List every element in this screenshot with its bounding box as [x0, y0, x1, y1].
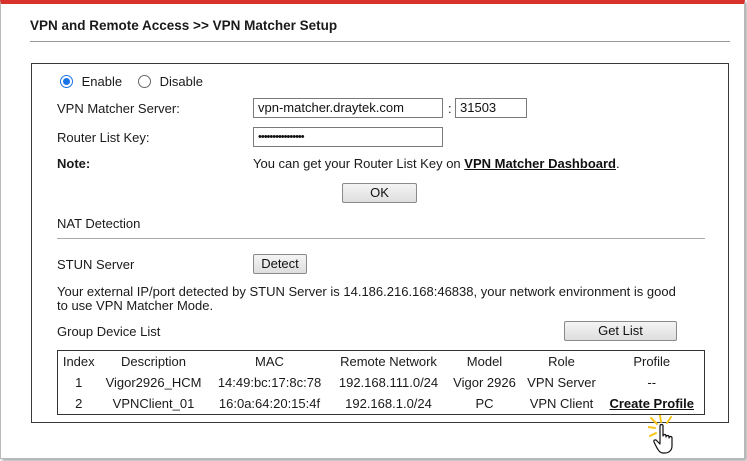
- cell-role: VPN Server: [527, 375, 596, 390]
- disable-label: Disable: [159, 74, 203, 89]
- detect-button[interactable]: Detect: [253, 254, 307, 274]
- vpn-matcher-dashboard-link[interactable]: VPN Matcher Dashboard: [464, 156, 616, 171]
- col-header-role: Role: [548, 354, 575, 369]
- stun-result-line-2: to use VPN Matcher Mode.: [57, 298, 214, 313]
- note-label: Note:: [57, 156, 91, 171]
- hand-pointer-icon: [648, 415, 673, 454]
- ok-button[interactable]: OK: [342, 183, 417, 203]
- col-header-profile: Profile: [633, 354, 671, 369]
- cell-mac: 16:0a:64:20:15:4f: [218, 396, 321, 411]
- cell-profile: --: [647, 375, 657, 390]
- enable-option[interactable]: Enable: [60, 74, 122, 89]
- cell-description: VPNClient_01: [112, 396, 195, 411]
- enable-label: Enable: [81, 74, 123, 89]
- table-row: 2 VPNClient_01 16:0a:64:20:15:4f 192.168…: [58, 393, 705, 415]
- key-label: Router List Key:: [57, 130, 150, 145]
- router-list-key-input[interactable]: ••••••••••••••••: [253, 127, 443, 147]
- stun-result-line-1: Your external IP/port detected by STUN S…: [57, 284, 676, 299]
- nat-detection-heading: NAT Detection: [57, 216, 141, 231]
- col-header-mac: MAC: [255, 354, 284, 369]
- stun-server-label: STUN Server: [57, 257, 135, 272]
- disable-option[interactable]: Disable: [138, 74, 203, 89]
- table-header-row: Index Description MAC Remote Network Mod…: [58, 351, 705, 373]
- cell-index: 1: [75, 375, 83, 390]
- page-title: VPN and Remote Access >> VPN Matcher Set…: [30, 18, 338, 33]
- get-list-button[interactable]: Get List: [564, 321, 677, 341]
- note-text-line: You can get your Router List Key on VPN …: [253, 156, 620, 171]
- cell-model: Vigor 2926: [453, 375, 516, 390]
- table-row: 1 Vigor2926_HCM 14:49:bc:17:8c:78 192.16…: [58, 372, 705, 393]
- col-header-model: Model: [466, 354, 503, 369]
- col-header-remote-network: Remote Network: [340, 354, 437, 369]
- cell-role: VPN Client: [529, 396, 594, 411]
- enable-radio[interactable]: [60, 75, 73, 88]
- server-host-input[interactable]: vpn-matcher.draytek.com: [253, 98, 443, 118]
- create-profile-link[interactable]: Create Profile: [609, 396, 694, 411]
- cell-mac: 14:49:bc:17:8c:78: [217, 375, 322, 390]
- cell-remote-network: 192.168.1.0/24: [345, 396, 432, 411]
- cell-description: Vigor2926_HCM: [105, 375, 202, 390]
- nat-divider: [57, 238, 705, 239]
- note-text: You can get your Router List Key on: [253, 156, 461, 171]
- cell-profile: Create Profile: [600, 393, 705, 415]
- server-port-input[interactable]: 31503: [455, 98, 527, 118]
- cell-remote-network: 192.168.111.0/24: [338, 375, 439, 390]
- disable-radio[interactable]: [138, 75, 151, 88]
- col-header-description: Description: [120, 354, 187, 369]
- cell-model: PC: [475, 396, 494, 411]
- cell-index: 2: [75, 396, 83, 411]
- port-separator: :: [448, 101, 452, 116]
- group-device-list-label: Group Device List: [57, 324, 161, 339]
- server-label: VPN Matcher Server:: [57, 101, 180, 116]
- col-header-index: Index: [62, 354, 95, 369]
- title-divider: [30, 41, 730, 42]
- note-suffix: .: [615, 156, 620, 171]
- group-device-table: Index Description MAC Remote Network Mod…: [57, 350, 705, 415]
